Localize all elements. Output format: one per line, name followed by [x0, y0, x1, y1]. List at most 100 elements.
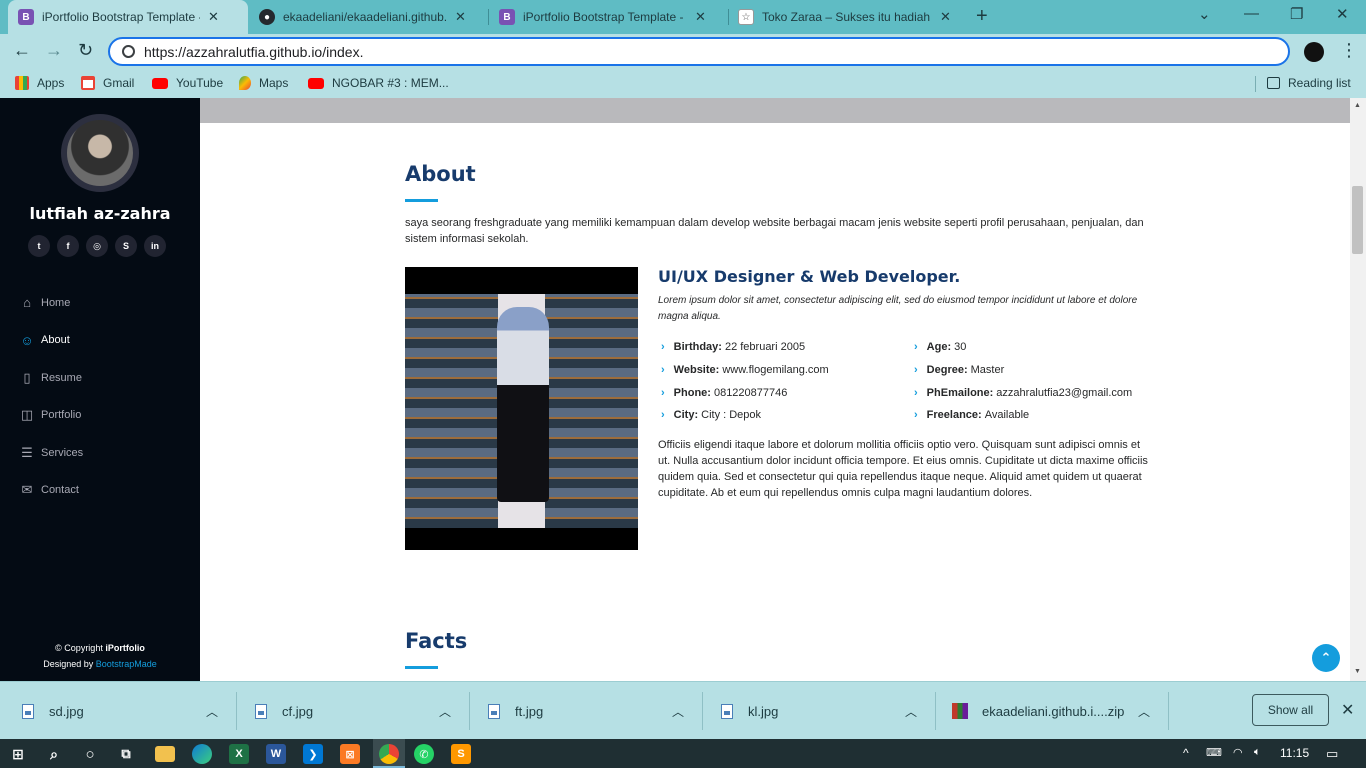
close-tab-icon[interactable]: ✕	[208, 9, 219, 25]
volume-icon[interactable]: 🔈︎	[1254, 746, 1261, 759]
facebook-icon[interactable]: f	[57, 235, 79, 257]
language-icon[interactable]: ⌨	[1206, 746, 1222, 759]
search-icon[interactable]: ⌕	[44, 744, 64, 764]
close-tab-icon[interactable]: ✕	[695, 9, 706, 25]
scroll-down-arrow-icon[interactable]: ▼	[1354, 668, 1361, 675]
download-item[interactable]: cf.jpg ︿	[255, 682, 460, 740]
restore-icon[interactable]: ❐	[1290, 5, 1303, 23]
instagram-icon[interactable]: ◎	[86, 235, 108, 257]
tab-toko-zaraa[interactable]: ☆ Toko Zaraa – Sukses itu hadiah ba ✕	[728, 0, 966, 34]
scroll-up-arrow-icon[interactable]: ▲	[1354, 102, 1361, 109]
chevron-up-icon[interactable]: ︿	[1138, 703, 1150, 720]
server-icon: ☰	[21, 444, 33, 460]
url-input[interactable]	[144, 43, 744, 60]
info-label: Phone:	[673, 386, 711, 399]
download-item[interactable]: sd.jpg ︿	[22, 682, 227, 740]
reading-list-button[interactable]: Reading list	[1267, 76, 1351, 90]
nav-item-home[interactable]: ⌂ Home	[20, 284, 83, 322]
tab-search-icon[interactable]: ⌄	[1198, 5, 1211, 23]
download-divider	[469, 692, 470, 730]
tab-title: iPortfolio Bootstrap Template - In	[42, 10, 200, 24]
chevron-up-icon[interactable]: ︿	[672, 703, 684, 720]
bookmark-maps[interactable]: Maps	[239, 76, 288, 90]
back-icon[interactable]: ←	[13, 40, 31, 61]
close-window-icon[interactable]: ✕	[1336, 5, 1349, 23]
new-tab-icon[interactable]: +	[976, 5, 988, 28]
site-info-icon[interactable]	[122, 45, 135, 58]
more-menu-icon[interactable]: ⋮	[1340, 40, 1358, 61]
xampp-icon[interactable]: ⊠	[340, 744, 360, 764]
edge-icon[interactable]	[192, 744, 212, 764]
notification-icon[interactable]: ▭	[1326, 746, 1338, 762]
show-all-button[interactable]: Show all	[1252, 694, 1329, 726]
book-icon: ◫	[20, 407, 34, 423]
image-file-icon	[721, 703, 733, 719]
about-photo	[405, 267, 638, 550]
info-degree: › Degree: Master	[911, 359, 1151, 382]
download-filename: ft.jpg	[515, 703, 544, 719]
close-tab-icon[interactable]: ✕	[940, 9, 951, 25]
vscode-icon[interactable]: ❯	[303, 744, 323, 764]
wifi-icon[interactable]: ◠	[1233, 746, 1243, 759]
skype-icon[interactable]: S	[115, 235, 137, 257]
info-value: Available	[984, 409, 1030, 422]
chevron-right-icon: ›	[661, 409, 665, 422]
tab-github[interactable]: ● ekaadeliani/ekaadeliani.github.io ✕	[249, 0, 487, 34]
web-page: lutfiah az-zahra t f ◎ S in ⌂ Home ☺ Abo…	[0, 98, 1366, 681]
info-city: › City: City : Depok	[658, 404, 908, 427]
role-heading: UI/UX Designer & Web Developer.	[658, 267, 961, 286]
nav-item-contact[interactable]: ✉ Contact	[20, 472, 83, 510]
excel-icon[interactable]: X	[229, 744, 249, 764]
bookmark-youtube[interactable]: YouTube	[152, 76, 223, 90]
nav-item-portfolio[interactable]: ◫ Portfolio	[20, 397, 83, 435]
tab-iportfolio-2[interactable]: B iPortfolio Bootstrap Template - In ✕	[489, 0, 727, 34]
download-filename: ekaadeliani.github.i....zip	[982, 703, 1125, 719]
whatsapp-icon[interactable]: ✆	[414, 744, 434, 764]
nav-item-resume[interactable]: ▯ Resume	[20, 359, 83, 397]
minimize-icon[interactable]: —	[1244, 5, 1259, 22]
chevron-right-icon: ›	[661, 364, 665, 377]
about-title-underline	[405, 199, 438, 202]
download-item[interactable]: ekaadeliani.github.i....zip ︿	[952, 682, 1157, 740]
linkedin-icon[interactable]: in	[144, 235, 166, 257]
download-item[interactable]: kl.jpg ︿	[721, 682, 926, 740]
info-label: Website:	[673, 364, 720, 377]
scrollbar-thumb[interactable]	[1352, 186, 1363, 254]
reload-icon[interactable]: ↻	[78, 40, 93, 61]
bootstrapmade-link[interactable]: BootstrapMade	[96, 659, 157, 669]
bookmark-gmail[interactable]: Gmail	[81, 76, 134, 90]
chevron-up-icon[interactable]: ︿	[905, 703, 917, 720]
copyright-prefix: © Copyright	[55, 643, 106, 653]
nav-item-about[interactable]: ☺ About	[20, 322, 83, 360]
bookmark-ngobar[interactable]: NGOBAR #3 : MEM...	[308, 76, 449, 90]
twitter-icon[interactable]: t	[28, 235, 50, 257]
maps-icon	[239, 76, 251, 90]
chrome-icon[interactable]	[379, 744, 399, 764]
sublime-text-icon[interactable]: S	[451, 744, 471, 764]
windows-start-icon[interactable]: ⊞	[8, 744, 28, 764]
task-view-icon[interactable]: ⧉	[116, 744, 136, 764]
image-file-icon	[255, 703, 267, 719]
download-shelf: sd.jpg ︿ cf.jpg ︿ ft.jpg ︿ kl.jpg ︿ ekaa…	[0, 681, 1366, 739]
about-paragraph: Officiis eligendi itaque labore et dolor…	[658, 439, 1148, 499]
close-icon[interactable]: ✕	[1341, 700, 1354, 720]
bookmark-apps[interactable]: Apps	[15, 76, 64, 90]
chevron-up-icon[interactable]: ︿	[206, 703, 218, 720]
download-item[interactable]: ft.jpg ︿	[488, 682, 693, 740]
back-to-top-button[interactable]: ⌃	[1312, 644, 1340, 672]
file-explorer-icon[interactable]	[155, 746, 175, 762]
cortana-icon[interactable]: ○	[80, 744, 100, 764]
clock[interactable]: 11:15	[1280, 746, 1309, 760]
nav-item-services[interactable]: ☰ Services	[20, 434, 83, 472]
chevron-up-icon[interactable]: ︿	[439, 703, 451, 720]
close-tab-icon[interactable]: ✕	[455, 9, 466, 25]
word-icon[interactable]: W	[266, 744, 286, 764]
profile-avatar-icon[interactable]	[1304, 42, 1324, 62]
address-bar[interactable]	[108, 37, 1290, 66]
sidebar-footer: © Copyright iPortfolio Designed by Boots…	[0, 640, 200, 672]
nav-item-label: Contact	[41, 484, 79, 497]
tab-iportfolio-1[interactable]: B iPortfolio Bootstrap Template - In ✕	[8, 0, 248, 34]
chevron-up-icon[interactable]: ^	[1183, 746, 1189, 760]
social-links: t f ◎ S in	[28, 235, 166, 257]
forward-icon[interactable]: →	[45, 40, 63, 61]
